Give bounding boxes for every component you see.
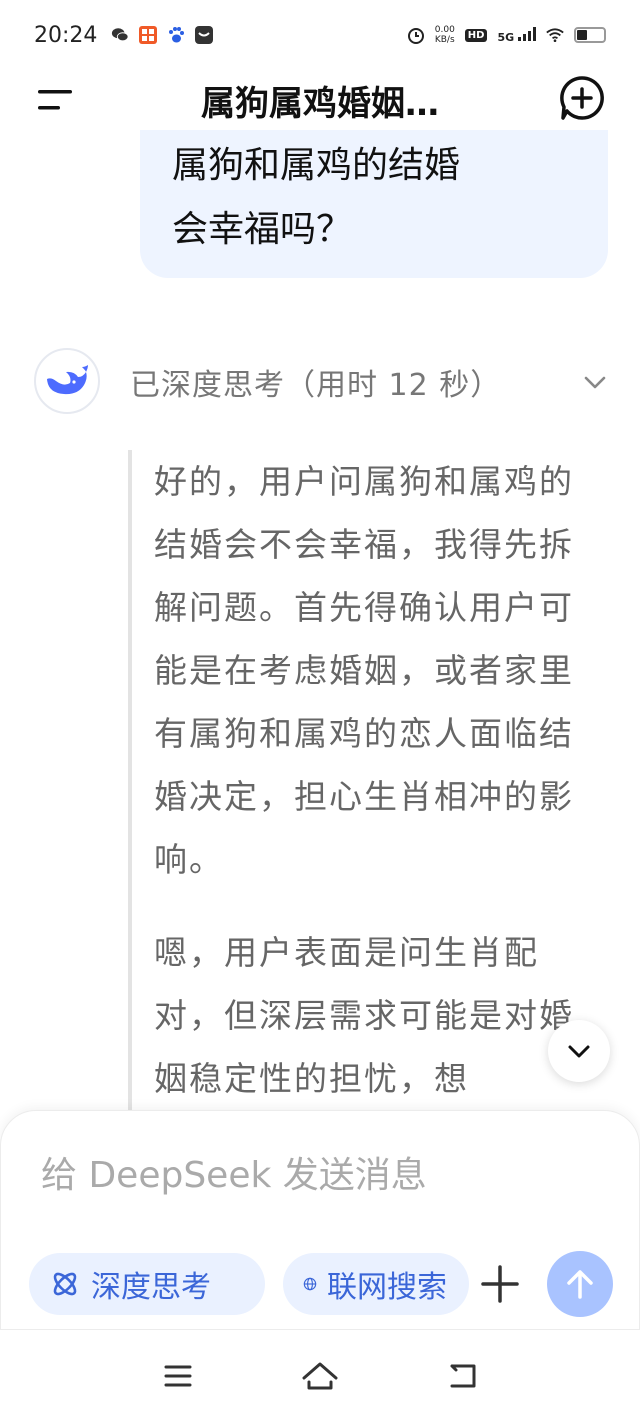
web-search-toggle[interactable]: 联网搜索 xyxy=(283,1253,469,1315)
deep-think-toggle[interactable]: 深度思考 xyxy=(29,1253,265,1315)
alarm-icon xyxy=(407,26,425,44)
wechat-icon xyxy=(111,26,129,44)
battery-icon xyxy=(574,27,606,43)
atom-icon xyxy=(53,1272,77,1296)
net-speed-value: 0.00 xyxy=(434,25,455,35)
new-chat-button[interactable] xyxy=(558,74,606,122)
thinking-paragraph: 好的，用户问属狗和属鸡的结婚会不会幸福，我得先拆解问题。首先得确认用户可能是在考… xyxy=(154,462,574,879)
status-time: 20:24 xyxy=(34,22,98,48)
deep-think-label: 深度思考 xyxy=(91,1270,211,1305)
user-message-line: 会幸福吗？ xyxy=(172,209,353,250)
signal-5g: 5G xyxy=(497,26,536,44)
web-search-label: 联网搜索 xyxy=(327,1270,447,1305)
chat-header: 属狗属鸡婚姻… xyxy=(0,70,640,130)
status-right: 0.00 KB/s HD 5G xyxy=(407,25,606,45)
nav-menu-icon xyxy=(164,1365,192,1387)
new-chat-icon xyxy=(560,76,604,120)
page-title: 属狗属鸡婚姻… xyxy=(201,84,439,124)
app-grid-icon xyxy=(139,26,158,44)
baidu-paw-icon xyxy=(167,26,185,44)
chevron-down-icon xyxy=(568,1045,590,1058)
message-composer: 深度思考 联网搜索 xyxy=(0,1110,640,1330)
thinking-content: 好的，用户问属狗和属鸡的结婚会不会幸福，我得先拆解问题。首先得确认用户可能是在考… xyxy=(128,450,608,1110)
menu-icon xyxy=(38,90,72,110)
scroll-to-bottom-button[interactable] xyxy=(548,1020,610,1082)
deepseek-whale-icon xyxy=(47,365,88,395)
signal-bars-icon xyxy=(518,26,536,41)
attach-button[interactable] xyxy=(477,1259,523,1309)
user-message-bubble: 属狗和属鸡的结婚 会幸福吗？ xyxy=(140,130,608,278)
menu-button[interactable] xyxy=(36,84,76,116)
battery-fill xyxy=(577,30,588,40)
nav-home-button[interactable] xyxy=(300,1358,340,1394)
nav-menu-button[interactable] xyxy=(158,1358,198,1394)
thinking-label: 已深度思考（用时 12 秒） xyxy=(130,368,502,403)
nav-back-icon xyxy=(450,1364,476,1388)
globe-icon xyxy=(303,1277,317,1291)
thinking-paragraph: 嗯，用户表面是问生肖配对，但深层需求可能是对婚姻稳定性的担忧，想 xyxy=(154,933,574,1098)
thinking-toggle[interactable]: 已深度思考（用时 12 秒） xyxy=(130,360,610,404)
net-speed-unit: KB/s xyxy=(434,35,455,45)
assistant-avatar xyxy=(34,348,100,414)
net-speed: 0.00 KB/s xyxy=(435,25,455,45)
system-navbar xyxy=(0,1330,640,1415)
message-input[interactable] xyxy=(41,1147,581,1203)
signal-label: 5G xyxy=(497,30,515,44)
wifi-icon xyxy=(546,26,564,44)
chat-notify-icon xyxy=(195,26,214,44)
notification-icons xyxy=(111,26,214,44)
user-message-line: 属狗和属鸡的结婚 xyxy=(172,145,461,186)
chat-area[interactable]: 属狗和属鸡的结婚 会幸福吗？ 已深度思考（用时 12 秒） 好的，用户问属狗和属… xyxy=(0,130,640,1110)
chevron-down-icon xyxy=(584,376,606,389)
arrow-up-icon xyxy=(567,1270,593,1299)
hd-badge: HD xyxy=(464,28,488,42)
nav-back-button[interactable] xyxy=(442,1358,482,1394)
plus-icon xyxy=(481,1265,519,1303)
send-button[interactable] xyxy=(547,1251,613,1317)
nav-home-icon xyxy=(302,1362,338,1390)
status-bar: 20:24 0.00 KB/s HD 5G xyxy=(0,0,640,70)
